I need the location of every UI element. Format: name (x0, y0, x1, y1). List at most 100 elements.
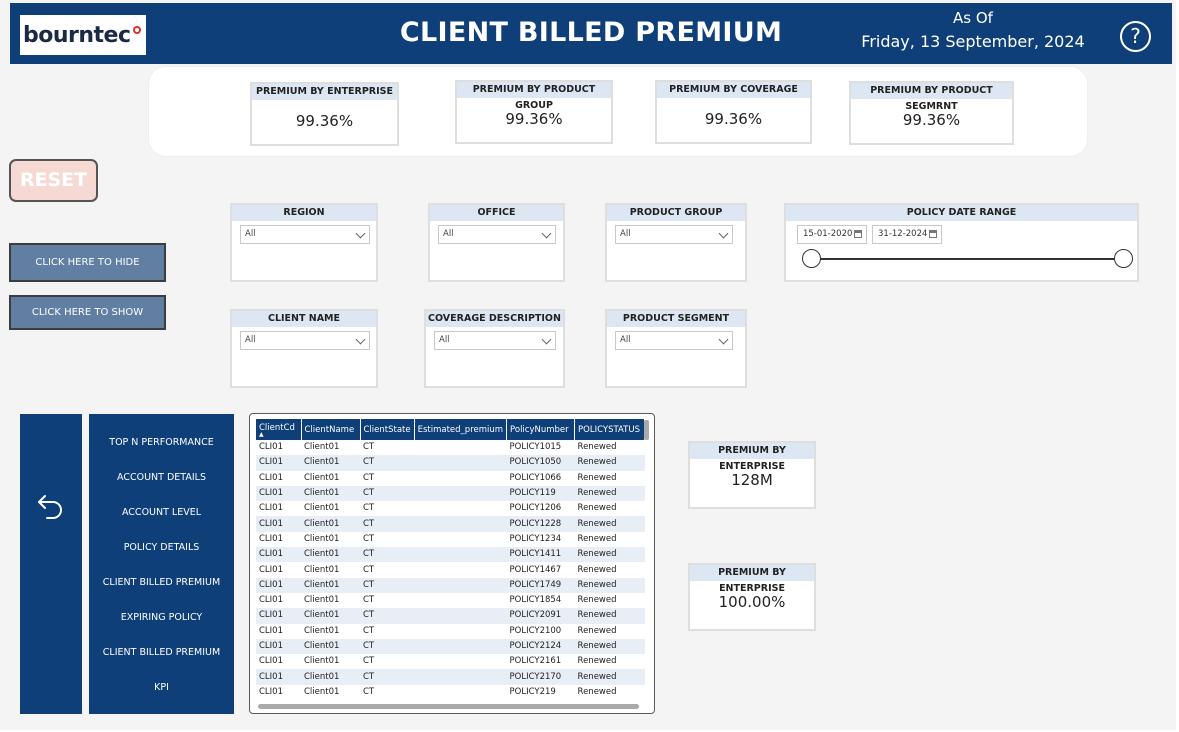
nav-item-expiring-policy[interactable]: EXPIRING POLICY (89, 612, 234, 623)
table-cell: CLI01 (259, 442, 283, 453)
table-cell: Client01 (304, 503, 340, 514)
table-row[interactable]: CLI01 Client01 CT POLICY1050 Renewed (256, 455, 645, 471)
table-cell: Renewed (577, 442, 617, 453)
column-header-clientstate[interactable]: ClientState (360, 419, 415, 440)
column-header-clientname[interactable]: ClientName (301, 419, 361, 440)
nav-item-account-details[interactable]: ACCOUNT DETAILS (89, 472, 234, 483)
table-row[interactable]: CLI01 Client01 CT POLICY1206 Renewed (256, 501, 645, 516)
chevron-down-icon (541, 334, 552, 345)
table-cell: CLI01 (259, 686, 283, 697)
client-name-dropdown[interactable]: All (240, 331, 370, 350)
table-cell: POLICY1015 (509, 442, 562, 453)
slicer-policy-date-range: POLICY DATE RANGE 15-01-2020 31-12-2024 (784, 203, 1139, 282)
calendar-icon (929, 230, 937, 238)
table-cell: CT (360, 669, 415, 685)
start-date-input[interactable]: 15-01-2020 (797, 225, 867, 244)
nav-item-client-billed-premium-2[interactable]: CLIENT BILLED PREMIUM (89, 647, 234, 658)
back-button[interactable] (20, 414, 82, 714)
table-cell: CLI01 (256, 608, 301, 624)
table-row[interactable]: CLI01 Client01 CT POLICY2091 Renewed (256, 608, 645, 624)
table-row[interactable]: CLI01 Client01 CT POLICY1234 Renewed (256, 532, 645, 547)
table-cell: POLICY2100 (509, 625, 562, 636)
date-range-end-handle[interactable] (1114, 249, 1133, 268)
nav-item-account-level[interactable]: ACCOUNT LEVEL (89, 507, 234, 518)
kpi-premium-by-coverage: PREMIUM BY COVERAGE 99.36% (655, 80, 812, 144)
table-cell: Renewed (574, 577, 645, 593)
table-row[interactable]: CLI01 Client01 CT POLICY2100 Renewed (256, 624, 645, 639)
table-cell (414, 562, 506, 577)
policy-table-grid: ClientCd ▲ ClientName ClientState Estima… (256, 419, 646, 700)
chevron-down-icon (718, 334, 729, 345)
table-cell: Renewed (574, 547, 645, 563)
table-cell (414, 685, 506, 700)
table-cell: Renewed (577, 595, 617, 606)
table-cell: POLICY1066 (509, 472, 562, 483)
table-cell: Client01 (304, 472, 340, 483)
table-cell: POLICY2091 (506, 608, 575, 624)
table-row[interactable]: CLI01 Client01 CT POLICY1411 Renewed (256, 547, 645, 563)
horizontal-scrollbar[interactable] (258, 704, 639, 709)
table-cell (414, 669, 507, 685)
table-row[interactable]: CLI01 Client01 CT POLICY1467 Renewed (256, 562, 645, 577)
hide-filters-button[interactable]: CLICK HERE TO HIDE (9, 243, 166, 282)
table-cell: Client01 (301, 547, 360, 563)
vertical-scrollbar[interactable] (644, 420, 649, 440)
nav-item-top-n-performance[interactable]: TOP N PERFORMANCE (89, 437, 234, 448)
slicer-client-name: CLIENT NAME All (230, 309, 378, 388)
column-header-clientcd[interactable]: ClientCd ▲ (256, 419, 302, 440)
date-range-start-handle[interactable] (802, 249, 821, 268)
header-bar: bourntec CLIENT BILLED PREMIUM As Of Fri… (10, 3, 1172, 64)
date-range-track[interactable] (810, 258, 1122, 260)
table-cell: POLICY2161 (509, 656, 562, 667)
coverage-description-dropdown[interactable]: All (434, 331, 556, 350)
office-dropdown[interactable]: All (438, 225, 556, 244)
table-cell: CLI01 (259, 564, 283, 575)
nav-item-client-billed-premium[interactable]: CLIENT BILLED PREMIUM (89, 577, 234, 588)
table-row[interactable]: CLI01 Client01 CT POLICY2161 Renewed (256, 654, 645, 669)
product-segment-dropdown[interactable]: All (615, 331, 733, 350)
slicer-label: COVERAGE DESCRIPTION (426, 311, 563, 327)
table-cell: CT (360, 577, 415, 593)
kpi-value: 99.36% (704, 110, 763, 128)
reset-button[interactable]: RESET (9, 159, 98, 202)
show-filters-button[interactable]: CLICK HERE TO SHOW (9, 295, 166, 330)
table-row[interactable]: CLI01 Client01 CT POLICY119 Renewed (256, 485, 645, 502)
product-group-dropdown[interactable]: All (615, 225, 733, 244)
table-body: CLI01 Client01 CT POLICY1015 Renewed CLI01 Cli… (256, 440, 645, 700)
table-cell: Renewed (577, 503, 617, 514)
table-cell: CLI01 (259, 625, 283, 636)
column-header-estimated-premium[interactable]: Estimated_premium (414, 419, 508, 440)
slicer-product-group: PRODUCT GROUP All (605, 203, 747, 282)
table-row[interactable]: CLI01 Client01 CT POLICY1015 Renewed (256, 440, 645, 455)
table-row[interactable]: CLI01 Client01 CT POLICY1228 Renewed (256, 516, 645, 532)
end-date-value: 31-12-2024 (878, 229, 928, 239)
column-header-policynumber[interactable]: PolicyNumber (506, 419, 576, 440)
slicer-label: PRODUCT SEGMENT (607, 311, 745, 327)
end-date-input[interactable]: 31-12-2024 (872, 225, 942, 244)
nav-item-kpi[interactable]: KPI (89, 682, 234, 693)
dropdown-value: All (620, 229, 631, 239)
column-header-policystatus[interactable]: POLICYSTATUS (574, 419, 646, 440)
table-cell: Client01 (301, 608, 360, 624)
help-icon[interactable]: ? (1120, 21, 1151, 52)
table-row[interactable]: CLI01 Client01 CT POLICY2170 Renewed (256, 669, 645, 685)
table-cell: Renewed (574, 485, 645, 502)
table-row[interactable]: CLI01 Client01 CT POLICY219 Renewed (256, 685, 645, 700)
card-value: 128M (731, 471, 773, 489)
region-dropdown[interactable]: All (240, 225, 370, 244)
table-row[interactable]: CLI01 Client01 CT POLICY1854 Renewed (256, 593, 645, 608)
table-cell: Client01 (304, 564, 340, 575)
table-cell: Renewed (574, 516, 645, 532)
table-cell: CT (360, 608, 415, 624)
calendar-icon (854, 230, 862, 238)
table-row[interactable]: CLI01 Client01 CT POLICY1066 Renewed (256, 471, 645, 486)
table-cell (414, 638, 507, 655)
table-cell: CLI01 (256, 547, 301, 563)
table-cell: POLICY2124 (506, 638, 575, 655)
page-navigator: TOP N PERFORMANCE ACCOUNT DETAILS ACCOUN… (89, 414, 234, 714)
as-of-date: Friday, 13 September, 2024 (861, 32, 1085, 51)
table-row[interactable]: CLI01 Client01 CT POLICY1749 Renewed (256, 577, 645, 593)
table-cell: CT (363, 656, 375, 667)
table-row[interactable]: CLI01 Client01 CT POLICY2124 Renewed (256, 638, 645, 655)
nav-item-policy-details[interactable]: POLICY DETAILS (89, 542, 234, 553)
